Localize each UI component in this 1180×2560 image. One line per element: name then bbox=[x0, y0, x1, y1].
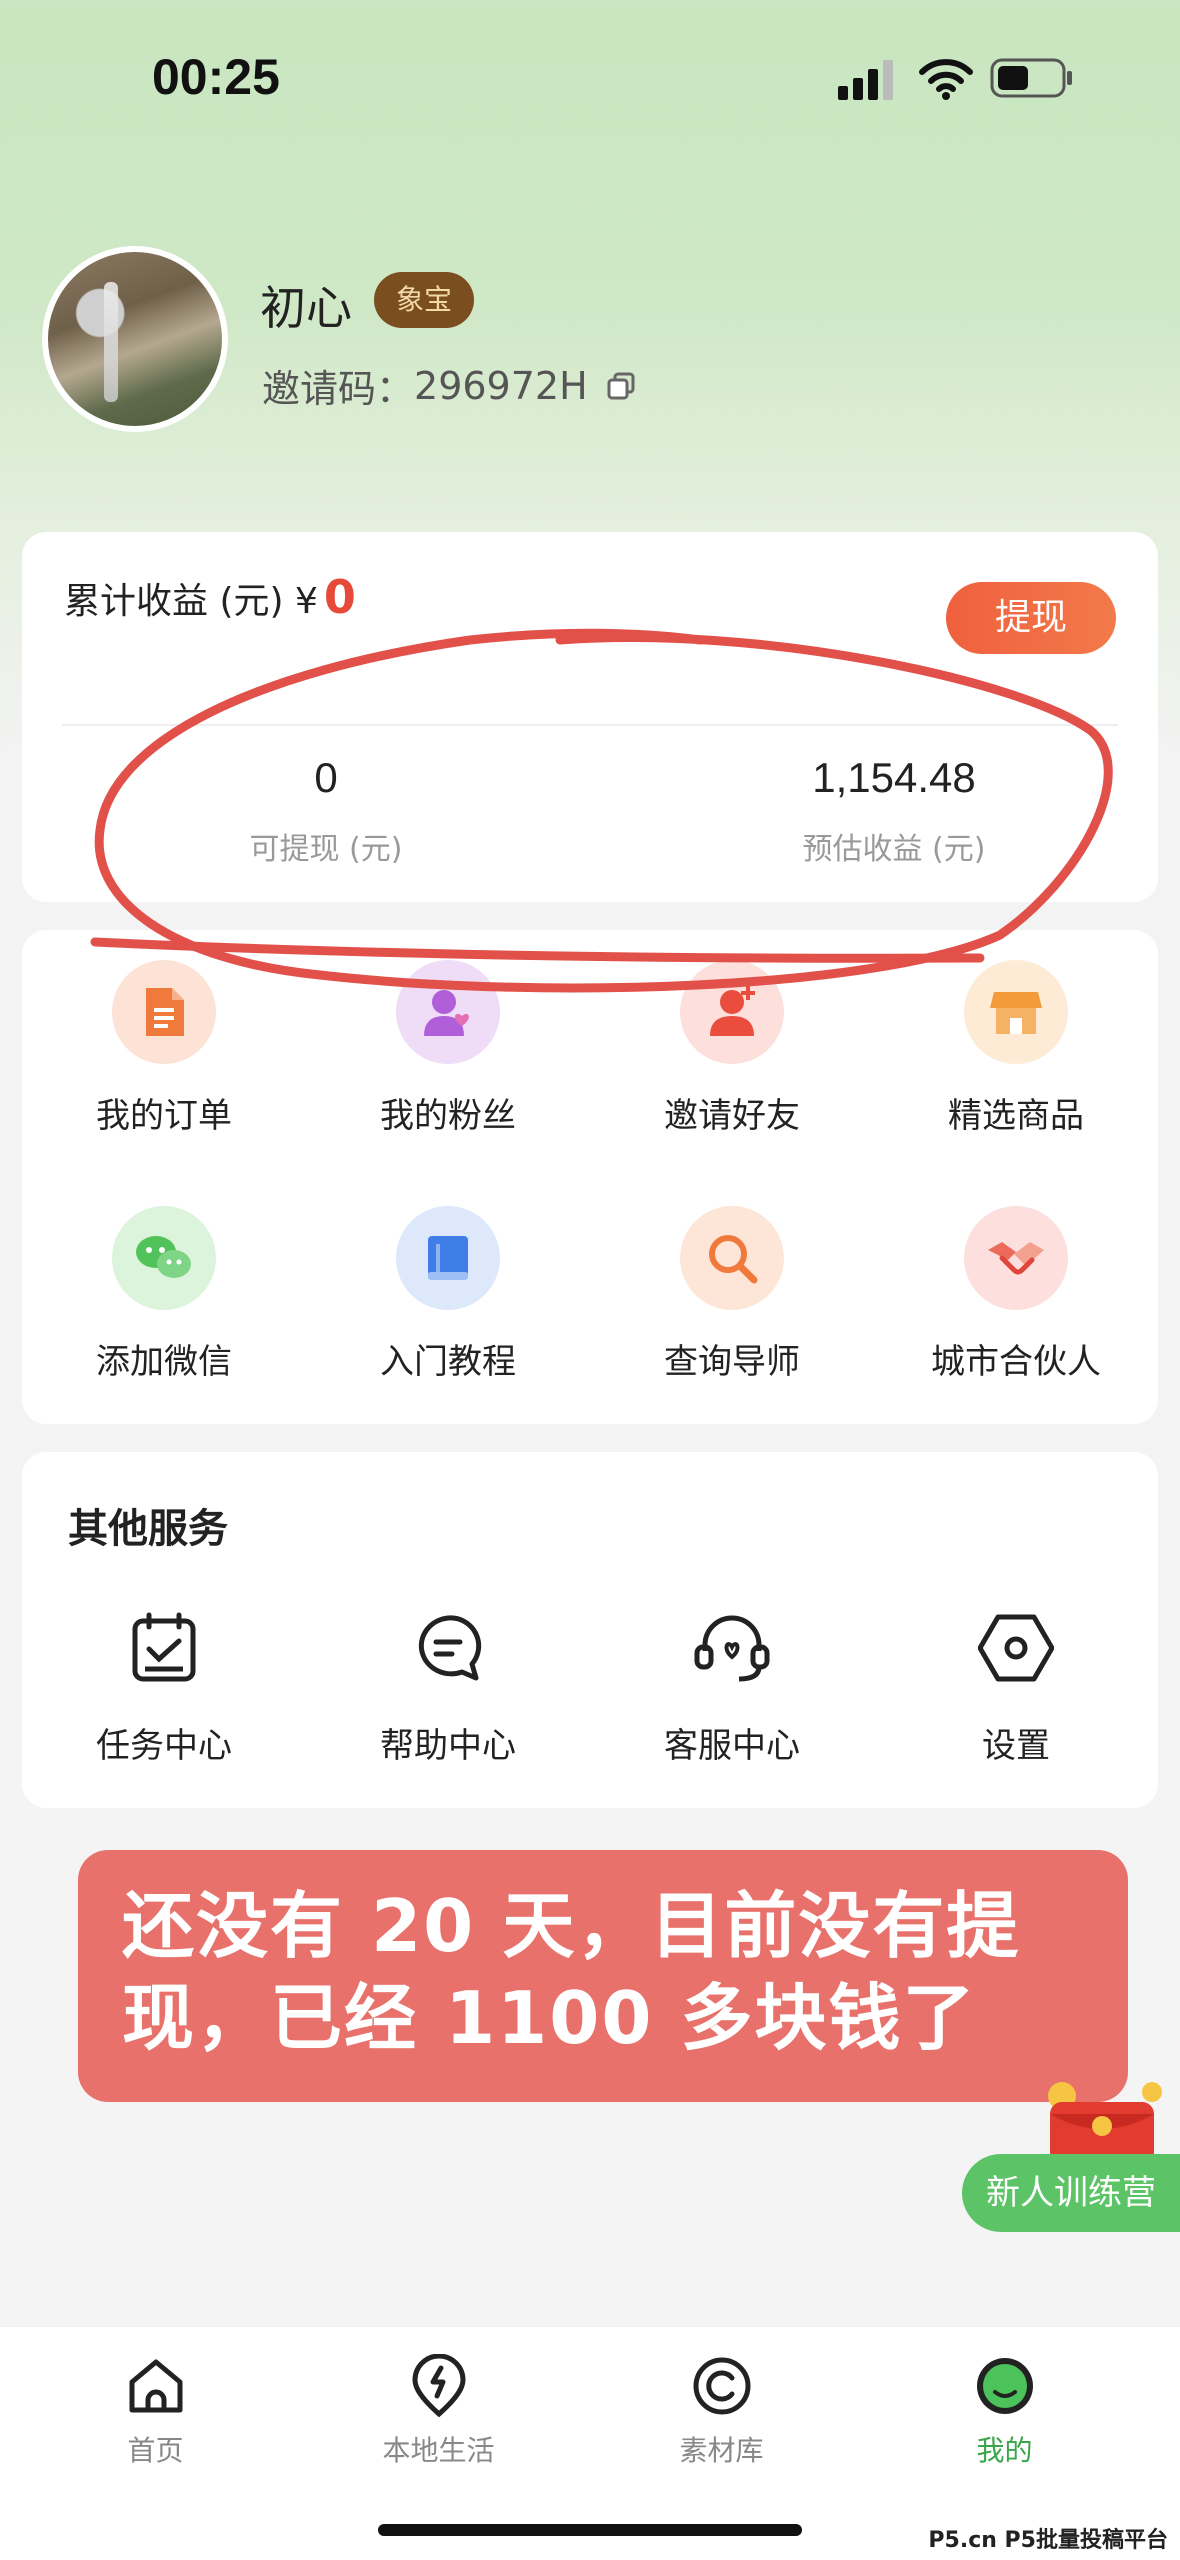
menu-item-find-mentor[interactable]: 查询导师 bbox=[590, 1206, 874, 1452]
mine-icon bbox=[970, 2351, 1040, 2421]
help-icon bbox=[408, 1608, 488, 1688]
caption-annotation: 还没有 20 天，目前没有提 现，已经 1100 多块钱了 bbox=[78, 1850, 1128, 2102]
menu-item-invite-friends[interactable]: 邀请好友 bbox=[590, 960, 874, 1206]
menu-item-label: 添加微信 bbox=[96, 1342, 232, 1382]
withdraw-button[interactable]: 提现 bbox=[946, 582, 1116, 654]
copy-icon[interactable] bbox=[606, 371, 636, 401]
total-earnings-label: 累计收益 (元) ¥ bbox=[64, 581, 318, 622]
headset-icon bbox=[692, 1608, 772, 1688]
material-icon bbox=[687, 2351, 757, 2421]
menu-item-city-partner[interactable]: 城市合伙人 bbox=[874, 1206, 1158, 1452]
status-bar: 00:25 bbox=[0, 0, 1180, 150]
menu-item-label: 查询导师 bbox=[664, 1342, 800, 1382]
invite-friend-icon bbox=[680, 960, 784, 1064]
newbie-camp-button[interactable]: 新人训练营 bbox=[962, 2154, 1180, 2232]
service-help-center[interactable]: 帮助中心 bbox=[306, 1608, 590, 1767]
service-label: 任务中心 bbox=[96, 1726, 232, 1766]
status-time: 00:25 bbox=[152, 49, 280, 105]
shop-icon bbox=[964, 960, 1068, 1064]
tab-materials[interactable]: 素材库 bbox=[580, 2351, 863, 2469]
battery-icon bbox=[990, 58, 1072, 98]
invite-code-value: 296972H bbox=[414, 363, 588, 408]
tab-label: 我的 bbox=[976, 2434, 1033, 2467]
red-envelope-icon[interactable] bbox=[1040, 2076, 1170, 2166]
menu-item-label: 我的粉丝 bbox=[380, 1096, 516, 1136]
wifi-icon bbox=[919, 59, 973, 100]
other-services-card: 其他服务 任务中心 帮助中心 客服中心 设置 bbox=[22, 1452, 1158, 1808]
home-indicator bbox=[378, 2524, 802, 2536]
order-icon bbox=[112, 960, 216, 1064]
caption-line-1: 还没有 20 天，目前没有提 bbox=[122, 1884, 1021, 1968]
caption-line-2: 现，已经 1100 多块钱了 bbox=[122, 1976, 977, 2060]
fans-icon bbox=[396, 960, 500, 1064]
tab-local-life[interactable]: 本地生活 bbox=[297, 2351, 580, 2469]
service-label: 帮助中心 bbox=[380, 1726, 516, 1766]
tab-label: 本地生活 bbox=[382, 2434, 495, 2467]
book-icon bbox=[396, 1206, 500, 1310]
estimated-earnings-value: 1,154.48 bbox=[812, 754, 976, 801]
cellular-signal-icon bbox=[838, 60, 893, 100]
menu-item-label: 城市合伙人 bbox=[931, 1342, 1101, 1382]
user-nickname: 初心 bbox=[260, 281, 352, 335]
earnings-card: 累计收益 (元) ¥ 0 提现 0 可提现 (元) 1,154.48 预估收益 … bbox=[22, 532, 1158, 902]
search-icon bbox=[680, 1206, 784, 1310]
invite-code-row: 邀请码： 296972H bbox=[262, 358, 636, 413]
menu-item-add-wechat[interactable]: 添加微信 bbox=[22, 1206, 306, 1452]
settings-icon bbox=[976, 1608, 1056, 1688]
menu-item-label: 精选商品 bbox=[948, 1096, 1084, 1136]
estimated-earnings-label: 预估收益 (元) bbox=[802, 832, 986, 867]
menu-item-tutorial[interactable]: 入门教程 bbox=[306, 1206, 590, 1452]
section-title: 其他服务 bbox=[68, 1506, 228, 1552]
local-life-icon bbox=[404, 2351, 474, 2421]
menu-item-selected-products[interactable]: 精选商品 bbox=[874, 960, 1158, 1206]
service-task-center[interactable]: 任务中心 bbox=[22, 1608, 306, 1767]
task-icon bbox=[124, 1608, 204, 1688]
service-label: 设置 bbox=[982, 1726, 1050, 1766]
feature-grid-card: 我的订单 我的粉丝 邀请好友 精选商品 添加微信 入门教程 查询导师 城市合伙人 bbox=[22, 930, 1158, 1424]
level-badge: 象宝 bbox=[374, 272, 475, 328]
tab-mine[interactable]: 我的 bbox=[863, 2351, 1146, 2469]
withdrawable-label: 可提现 (元) bbox=[249, 832, 403, 867]
watermark: P5.cn P5批量投稿平台 bbox=[922, 2520, 1174, 2556]
service-settings[interactable]: 设置 bbox=[874, 1608, 1158, 1767]
tab-home[interactable]: 首页 bbox=[14, 2351, 297, 2469]
home-icon bbox=[121, 2351, 191, 2421]
invite-code-label: 邀请码： bbox=[262, 367, 415, 411]
withdrawable-stat[interactable]: 0 可提现 (元) bbox=[126, 754, 526, 868]
service-label: 客服中心 bbox=[664, 1726, 800, 1766]
tab-label: 素材库 bbox=[679, 2434, 764, 2467]
wechat-icon bbox=[112, 1206, 216, 1310]
menu-item-label: 邀请好友 bbox=[664, 1096, 800, 1136]
menu-item-fans[interactable]: 我的粉丝 bbox=[306, 960, 590, 1206]
withdrawable-value: 0 bbox=[314, 754, 338, 801]
estimated-earnings-stat[interactable]: 1,154.48 预估收益 (元) bbox=[694, 754, 1094, 868]
earnings-divider bbox=[62, 724, 1118, 726]
menu-item-orders[interactable]: 我的订单 bbox=[22, 960, 306, 1206]
avatar[interactable] bbox=[42, 246, 228, 432]
handshake-icon bbox=[964, 1206, 1068, 1310]
total-earnings: 累计收益 (元) ¥ 0 bbox=[64, 570, 356, 624]
tab-label: 首页 bbox=[127, 2434, 184, 2467]
service-customer-service[interactable]: 客服中心 bbox=[590, 1608, 874, 1767]
menu-item-label: 我的订单 bbox=[96, 1096, 232, 1136]
menu-item-label: 入门教程 bbox=[380, 1342, 516, 1382]
total-earnings-value: 0 bbox=[323, 570, 356, 624]
